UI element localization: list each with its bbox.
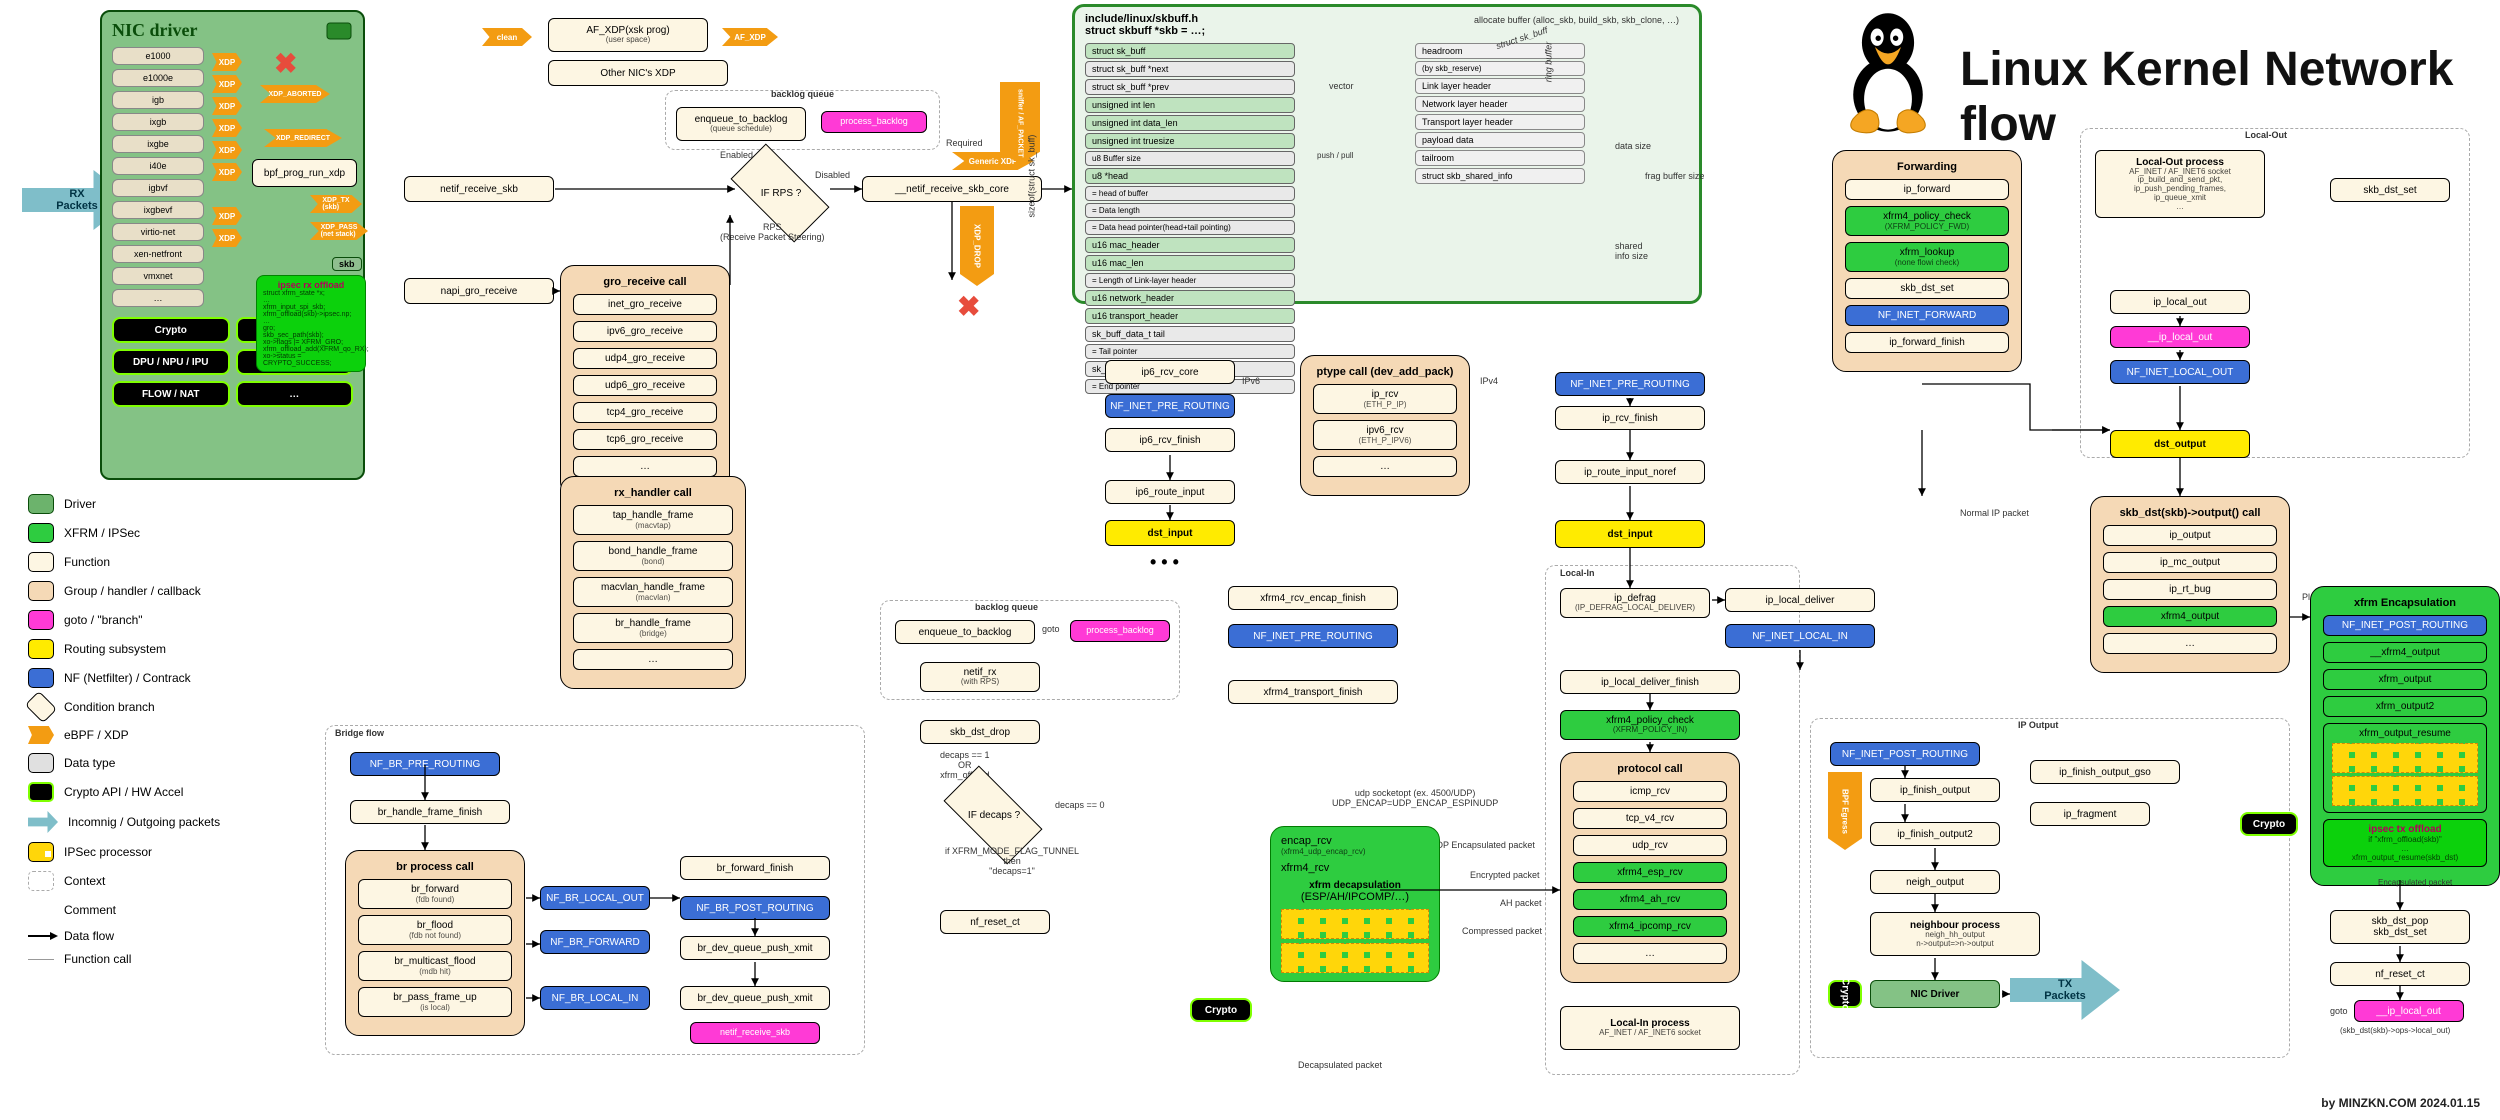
- nic-driver-out: NIC Driver: [1870, 980, 2000, 1008]
- xfrm-decapsulation: encap_rcv(xfrm4_udp_encap_rcv) xfrm4_rcv…: [1270, 826, 1440, 982]
- nic-driver-item: e1000: [112, 47, 204, 65]
- xdp-aborted-tag: XDP_ABORTED: [260, 85, 330, 103]
- xdp-pass-tag: XDP_PASS (net stack): [310, 222, 368, 240]
- other-nic-xdp: Other NIC's XDP: [548, 60, 728, 86]
- afxdp-tag: AF_XDP: [722, 28, 778, 46]
- xdp-redirect-tag: XDP_REDIRECT: [264, 129, 342, 147]
- br-process-group: br process call br_forward(fdb found) br…: [345, 850, 525, 1036]
- dst-input: dst_input: [1555, 520, 1705, 548]
- x-close-icon: ✖: [957, 290, 980, 323]
- ipsec-rx-offload: ipsec rx offload struct xfrm_state *x; ……: [256, 275, 366, 372]
- crypto-out: Crypto: [1828, 980, 1862, 1008]
- skb-tag: skb: [332, 257, 362, 271]
- xdp-tx-tag: XDP_TX (skb): [310, 195, 362, 213]
- netif-receive-skb: netif_receive_skb: [404, 176, 554, 202]
- nf-inet-pre-routing: NF_INET_PRE_ROUTING: [1555, 372, 1705, 396]
- nf-inet-pre-routing-6: NF_INET_PRE_ROUTING: [1105, 394, 1235, 418]
- local-out-process: Local-Out process AF_INET / AF_INET6 soc…: [2095, 150, 2265, 218]
- xdp-tag: XDP: [212, 53, 242, 71]
- napi-gro-receive: napi_gro_receive: [404, 278, 554, 304]
- forwarding-group: Forwarding ip_forward xfrm4_policy_check…: [1832, 150, 2022, 372]
- netif-receive-skb-core: __netif_receive_skb_core: [862, 176, 1042, 202]
- nic-chip-icon: [325, 21, 353, 41]
- local-in-process: Local-In processAF_INET / AF_INET6 socke…: [1560, 1006, 1740, 1050]
- ip6-rcv-core: ip6_rcv_core: [1105, 360, 1235, 384]
- rx-handler-group: rx_handler call tap_handle_frame(macvtap…: [560, 476, 746, 689]
- ptype-call-group: ptype call (dev_add_pack) ip_rcv(ETH_P_I…: [1300, 355, 1470, 496]
- clean-tag: clean: [482, 28, 532, 46]
- crypto-enc: Crypto: [2240, 812, 2298, 836]
- legend: Driver XFRM / IPSec Function Group / han…: [28, 485, 318, 975]
- protocol-call-group: protocol call icmp_rcv tcp_v4_rcv udp_rc…: [1560, 752, 1740, 983]
- skbuff-diagram: include/linux/skbuff.h struct skbuff *sk…: [1072, 4, 1702, 304]
- accel-crypto: Crypto: [112, 317, 230, 343]
- bpf-prog-run-xdp: bpf_prog_run_xdp: [252, 159, 357, 187]
- bpf-egress-tag: BPF Egress: [1828, 772, 1862, 850]
- xfrm-encapsulation-group: xfrm Encapsulation NF_INET_POST_ROUTING …: [2310, 586, 2500, 886]
- nic-driver: NIC driver e1000 e1000e igb ixgb ixgbe i…: [100, 10, 365, 480]
- footer-credit: by MINZKN.COM 2024.01.15: [2321, 1096, 2480, 1110]
- gro-receive-group: gro_receive call inet_gro_receive ipv6_g…: [560, 265, 730, 496]
- xdp-drop-tag: XDP_DROP: [960, 206, 994, 286]
- skb-dst-output-group: skb_dst(skb)->output() call ip_output ip…: [2090, 496, 2290, 673]
- dst-output: dst_output: [2110, 430, 2250, 458]
- backlog-queue-ctx: backlog queue enqueue_to_backlog(queue s…: [665, 90, 940, 150]
- afxdp: AF_XDP(xsk prog)(user space): [548, 18, 708, 52]
- tux-icon: [1833, 10, 1943, 135]
- crypto-decap: Crypto: [1190, 998, 1252, 1022]
- nic-driver-title: NIC driver: [112, 20, 197, 41]
- x-close-icon: ✖: [274, 47, 297, 80]
- dst-input-6: dst_input: [1105, 520, 1235, 546]
- goto-process-backlog: process_backlog: [821, 111, 927, 133]
